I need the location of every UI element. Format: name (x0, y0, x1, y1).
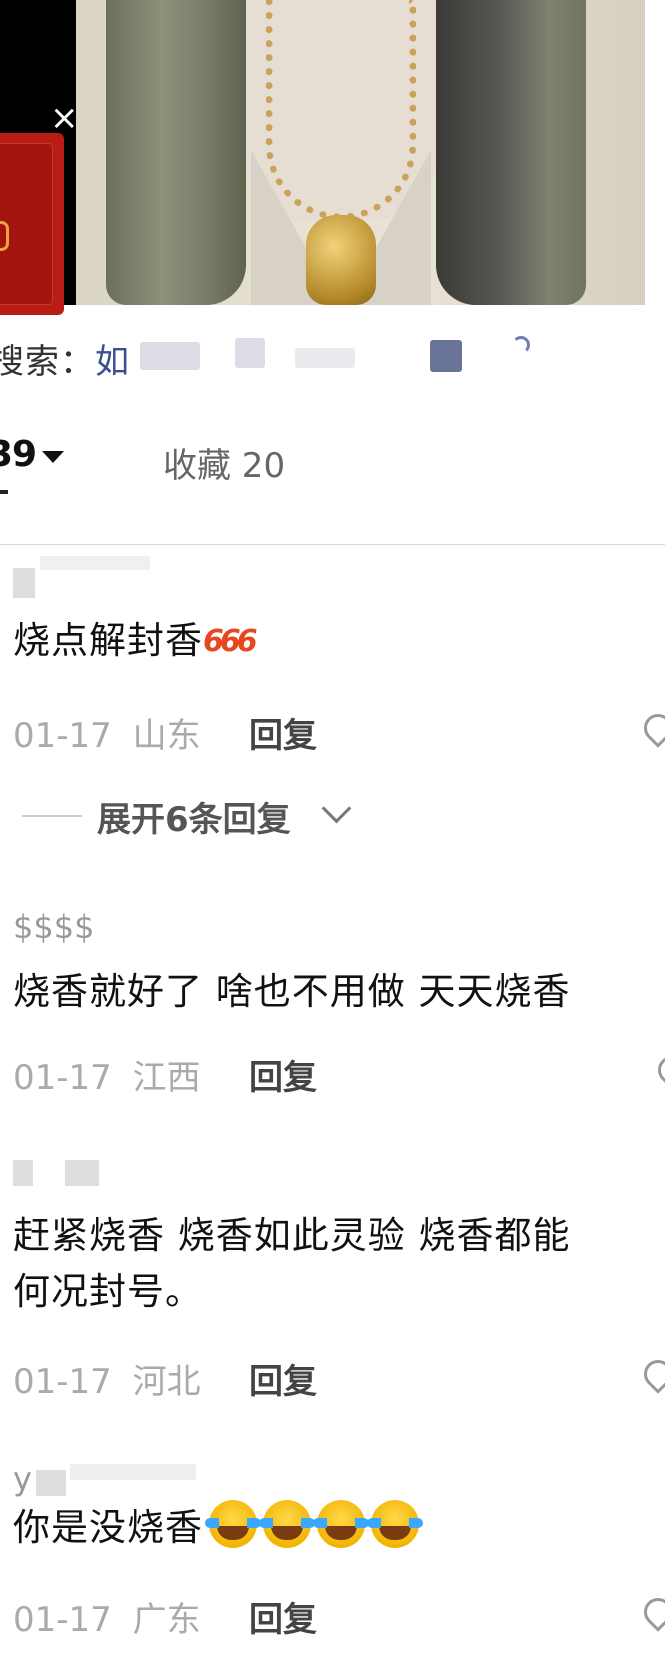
dropdown-arrow-icon[interactable] (42, 451, 64, 463)
comment-text: 你是没烧香 (13, 1500, 423, 1556)
expand-replies-button[interactable]: 展开6条回复 (97, 792, 291, 841)
laugh-cry-emoji-icon (259, 1500, 315, 1548)
blurred-username (65, 1160, 99, 1186)
comment-text: 烧点解封香666 (13, 613, 258, 670)
video-frame[interactable] (76, 0, 645, 305)
comment-meta: 01-17 广东 (13, 1592, 201, 1641)
comment-username[interactable]: $$$$ (13, 908, 94, 946)
divider (0, 544, 665, 545)
heart-outline-icon[interactable] (638, 1592, 665, 1632)
blurred-username (13, 1160, 33, 1186)
comment-date: 01-17 (13, 1058, 112, 1098)
heart-outline-icon[interactable] (638, 1354, 665, 1394)
tab-favorites[interactable]: 收藏 20 (163, 438, 285, 487)
comment-location: 山东 (132, 716, 201, 756)
comment-item: 赶紧烧香 烧香如此灵验 烧香都能 何况封号。 01-17 河北 回复 (0, 1148, 665, 1408)
blurred-query (295, 348, 355, 368)
red-envelope-card[interactable] (0, 133, 64, 315)
reply-button[interactable]: 回复 (249, 1592, 317, 1641)
comment-location: 广东 (132, 1600, 201, 1640)
blurred-query (140, 342, 200, 370)
comment-location: 江西 (132, 1058, 201, 1098)
blurred-username (36, 1470, 66, 1496)
comment-date: 01-17 (13, 1600, 112, 1640)
blurred-query (430, 340, 462, 372)
video-content (106, 0, 246, 305)
video-letterbox (645, 0, 665, 305)
comment-meta: 01-17 山东 (13, 708, 201, 757)
pendant (306, 215, 376, 305)
comment-text-line: 赶紧烧香 烧香如此灵验 烧香都能 (13, 1214, 571, 1257)
search-label: 搜索：如 (0, 334, 130, 383)
search-icon[interactable] (512, 336, 530, 354)
comment-text: 赶紧烧香 烧香如此灵验 烧香都能 何况封号。 (13, 1208, 571, 1320)
comment-item: y 你是没烧香 01-17 广东 回复 (0, 1460, 665, 1666)
red-envelope-icon (0, 221, 9, 251)
reply-button[interactable]: 回复 (249, 1050, 317, 1099)
laugh-cry-emoji-icon (367, 1500, 423, 1548)
search-suggestion-row[interactable]: 搜索：如 (0, 318, 665, 388)
comment-text-content: 你是没烧香 (13, 1506, 203, 1549)
laugh-cry-emoji-icon (205, 1500, 261, 1548)
search-label-text: 搜索： (0, 342, 95, 382)
reply-button[interactable]: 回复 (249, 1354, 317, 1403)
tab-underline (0, 490, 8, 494)
comment-text-content: 烧点解封香 (13, 619, 203, 662)
comment-date: 01-17 (13, 1362, 112, 1402)
comment-location: 河北 (132, 1362, 201, 1402)
heart-outline-icon[interactable] (638, 708, 665, 748)
blurred-username (40, 556, 150, 570)
comment-meta: 01-17 河北 (13, 1354, 201, 1403)
blurred-query (235, 338, 265, 368)
expand-line (22, 815, 82, 817)
necklace (266, 0, 416, 220)
comment-text: 烧香就好了 啥也不用做 天天烧香 (13, 970, 571, 1013)
video-player[interactable]: × (0, 0, 665, 315)
comment-username[interactable]: y (13, 1460, 32, 1498)
laugh-cry-emoji-icon (313, 1500, 369, 1548)
blurred-username (13, 568, 35, 598)
heart-outline-icon[interactable] (652, 1050, 665, 1090)
comment-date: 01-17 (13, 716, 112, 756)
reply-button[interactable]: 回复 (249, 708, 317, 757)
likes-count[interactable]: 39 (0, 434, 37, 475)
666-sticker: 666 (203, 624, 258, 659)
comment-item: $$$$ 烧香就好了 啥也不用做 天天烧香 01-17 江西 回复 (0, 900, 665, 1100)
search-query-char: 如 (95, 342, 130, 382)
comment-text-line: 何况封号。 (13, 1270, 203, 1313)
blurred-username (70, 1464, 196, 1480)
video-content (436, 0, 586, 305)
comment-tabs: 39 收藏 20 (0, 430, 665, 510)
comment-meta: 01-17 江西 (13, 1050, 201, 1099)
close-icon[interactable]: × (50, 100, 79, 136)
